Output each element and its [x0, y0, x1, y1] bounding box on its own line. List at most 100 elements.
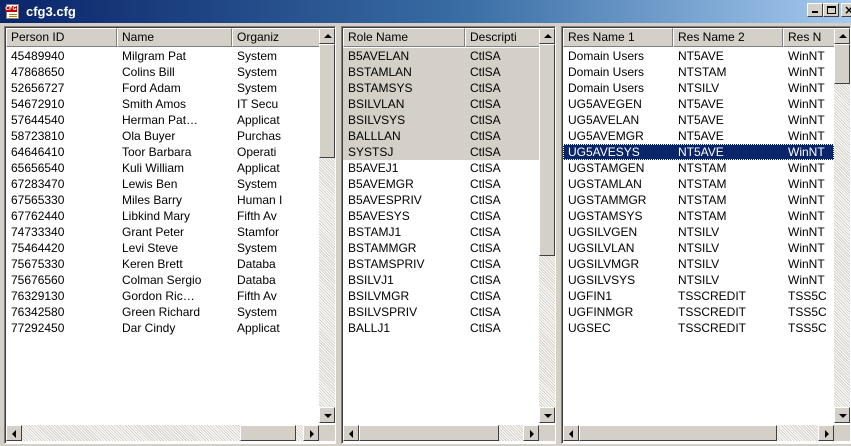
table-row[interactable]: UG5AVEMGR NT5AVE WinNT	[563, 128, 834, 144]
table-row[interactable]: B5AVEMGR CtlSA	[343, 176, 540, 192]
table-row[interactable]: UGSTAMMGR NTSTAM WinNT	[563, 192, 834, 208]
table-row[interactable]: 75675330 Keren Brett Databa	[6, 256, 320, 272]
person-scroll-right-button[interactable]	[303, 425, 319, 441]
table-row[interactable]: 52656727 Ford Adam System	[6, 80, 320, 96]
table-row[interactable]: BSTAMSYS CtlSA	[343, 80, 540, 96]
person-scroll-thumb-horizontal[interactable]	[240, 425, 296, 441]
table-row[interactable]: 57644540 Herman Pat… Applicat	[6, 112, 320, 128]
role-scroll-up-button[interactable]	[539, 28, 555, 44]
person-column-header[interactable]: Organiz	[232, 28, 322, 47]
table-row[interactable]: 75464420 Levi Steve System	[6, 240, 320, 256]
table-row[interactable]: 54672910 Smith Amos IT Secu	[6, 96, 320, 112]
table-row[interactable]: UG5AVESYS NT5AVE WinNT	[563, 144, 834, 160]
role-scroll-down-button[interactable]	[539, 407, 555, 423]
maximize-button[interactable]	[823, 3, 839, 17]
role-scroll-thumb-horizontal[interactable]	[359, 425, 499, 441]
table-row[interactable]: UGSILVLAN NTSILV WinNT	[563, 240, 834, 256]
table-cell: UGSILVMGR	[568, 257, 640, 271]
resource-scroll-thumb-horizontal[interactable]	[579, 425, 777, 441]
resource-scroll-down-button[interactable]	[834, 407, 850, 423]
table-row[interactable]: UG5AVEGEN NT5AVE WinNT	[563, 96, 834, 112]
table-row[interactable]: UGSEC TSSCREDIT TSS5C	[563, 320, 834, 336]
table-row[interactable]: UGFINMGR TSSCREDIT TSS5C	[563, 304, 834, 320]
role-horizontal-scrollbar[interactable]	[343, 425, 539, 441]
resource-scroll-up-button[interactable]	[834, 28, 850, 44]
arrow-right-icon	[825, 430, 829, 438]
size-grip	[834, 425, 850, 441]
table-row[interactable]: UGSTAMGEN NTSTAM WinNT	[563, 160, 834, 176]
role-scroll-thumb[interactable]	[539, 44, 555, 256]
table-row[interactable]: Domain Users NTSTAM WinNT	[563, 64, 834, 80]
table-cell: UG5AVESYS	[568, 145, 640, 159]
table-row[interactable]: Domain Users NTSILV WinNT	[563, 80, 834, 96]
title-bar[interactable]: CFG cfg3.cfg ×	[0, 0, 851, 23]
table-cell: Fifth Av	[237, 209, 277, 223]
table-row[interactable]: BSTAMLAN CtlSA	[343, 64, 540, 80]
table-row[interactable]: 77292450 Dar Cindy Applicat	[6, 320, 320, 336]
table-row[interactable]: 45489940 Milgram Pat System	[6, 48, 320, 64]
table-row[interactable]: BSILVSYS CtlSA	[343, 112, 540, 128]
table-row[interactable]: 47868650 Colins Bill System	[6, 64, 320, 80]
table-row[interactable]: 65656540 Kuli William Applicat	[6, 160, 320, 176]
table-row[interactable]: 67565330 Miles Barry Human I	[6, 192, 320, 208]
resource-scroll-thumb[interactable]	[834, 44, 850, 84]
person-scroll-left-button[interactable]	[6, 425, 22, 441]
table-row[interactable]: UG5AVELAN NT5AVE WinNT	[563, 112, 834, 128]
table-row[interactable]: Domain Users NT5AVE WinNT	[563, 48, 834, 64]
table-row[interactable]: 67762440 Libkind Mary Fifth Av	[6, 208, 320, 224]
table-row[interactable]: BSTAMMGR CtlSA	[343, 240, 540, 256]
role-scroll-left-button[interactable]	[343, 425, 359, 441]
table-row[interactable]: 76342580 Green Richard System	[6, 304, 320, 320]
resource-column-header[interactable]: Res Name 2	[673, 28, 783, 47]
table-row[interactable]: UGSILVGEN NTSILV WinNT	[563, 224, 834, 240]
person-scroll-down-button[interactable]	[319, 407, 335, 423]
table-row[interactable]: BSILVLAN CtlSA	[343, 96, 540, 112]
table-row[interactable]: 67283470 Lewis Ben System	[6, 176, 320, 192]
table-row[interactable]: BALLLAN CtlSA	[343, 128, 540, 144]
table-cell: Applicat	[237, 113, 280, 127]
person-column-header[interactable]: Person ID	[6, 28, 117, 47]
table-cell: NTSILV	[678, 225, 720, 239]
table-row[interactable]: SYSTSJ CtlSA	[343, 144, 540, 160]
resource-vertical-scrollbar[interactable]	[834, 28, 850, 423]
cfg-file-icon[interactable]: CFG	[5, 3, 22, 20]
resource-scroll-right-button[interactable]	[818, 425, 834, 441]
role-vertical-scrollbar[interactable]	[539, 28, 555, 423]
table-row[interactable]: 64646410 Toor Barbara Operati	[6, 144, 320, 160]
person-column-header[interactable]: Name	[117, 28, 232, 47]
resource-scroll-left-button[interactable]	[563, 425, 579, 441]
role-column-header[interactable]: Descripti	[465, 28, 541, 47]
table-row[interactable]: B5AVELAN CtlSA	[343, 48, 540, 64]
resource-column-header[interactable]: Res Name 1	[563, 28, 673, 47]
table-cell: Applicat	[237, 321, 280, 335]
role-scroll-right-button[interactable]	[523, 425, 539, 441]
minimize-button[interactable]	[807, 3, 823, 17]
table-row[interactable]: B5AVEJ1 CtlSA	[343, 160, 540, 176]
minimize-icon	[812, 11, 818, 13]
table-row[interactable]: 75676560 Colman Sergio Databa	[6, 272, 320, 288]
resource-horizontal-scrollbar[interactable]	[563, 425, 834, 441]
table-row[interactable]: UGSTAMLAN NTSTAM WinNT	[563, 176, 834, 192]
role-column-header[interactable]: Role Name	[343, 28, 465, 47]
table-row[interactable]: 76329130 Gordon Ric… Fifth Av	[6, 288, 320, 304]
person-horizontal-scrollbar[interactable]	[6, 425, 319, 441]
person-scroll-thumb[interactable]	[319, 44, 335, 158]
table-row[interactable]: B5AVESYS CtlSA	[343, 208, 540, 224]
table-row[interactable]: B5AVESPRIV CtlSA	[343, 192, 540, 208]
table-row[interactable]: BSTAMSPRIV CtlSA	[343, 256, 540, 272]
person-scroll-up-button[interactable]	[319, 28, 335, 44]
table-row[interactable]: BALLJ1 CtlSA	[343, 320, 540, 336]
close-button[interactable]: ×	[841, 3, 851, 17]
table-row[interactable]: UGFIN1 TSSCREDIT TSS5C	[563, 288, 834, 304]
person-vertical-scrollbar[interactable]	[319, 28, 335, 423]
table-row[interactable]: BSILVMGR CtlSA	[343, 288, 540, 304]
table-row[interactable]: 58723810 Ola Buyer Purchas	[6, 128, 320, 144]
table-row[interactable]: BSILVSPRIV CtlSA	[343, 304, 540, 320]
table-row[interactable]: UGSILVMGR NTSILV WinNT	[563, 256, 834, 272]
table-row[interactable]: 74733340 Grant Peter Stamfor	[6, 224, 320, 240]
table-row[interactable]: UGSTAMSYS NTSTAM WinNT	[563, 208, 834, 224]
table-cell: Human I	[237, 193, 283, 207]
table-row[interactable]: BSTAMJ1 CtlSA	[343, 224, 540, 240]
table-row[interactable]: BSILVJ1 CtlSA	[343, 272, 540, 288]
table-row[interactable]: UGSILVSYS NTSILV WinNT	[563, 272, 834, 288]
